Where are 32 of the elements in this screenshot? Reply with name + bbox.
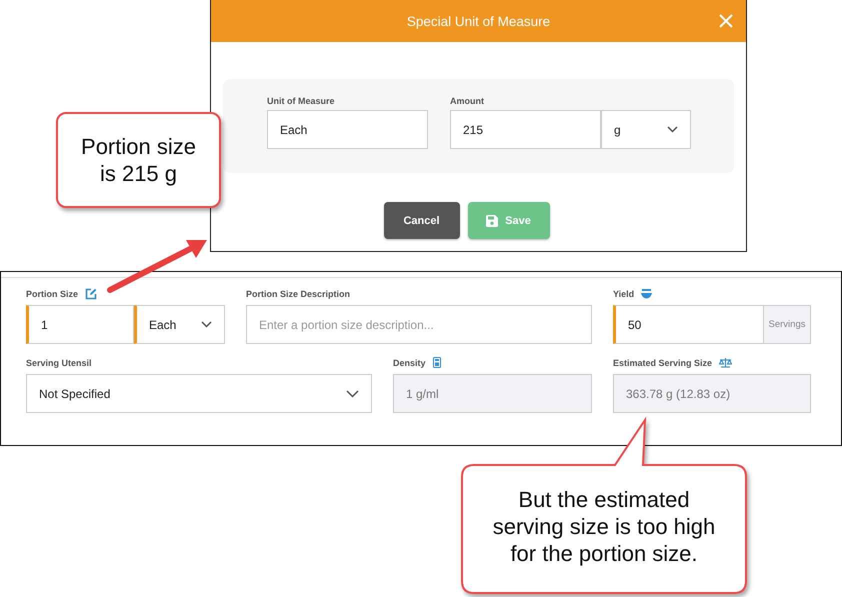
field-label: Yield (613, 288, 634, 298)
unit-addon: Servings (764, 305, 811, 344)
serving-size-field: 363.78 g (12.83 oz) (613, 374, 811, 413)
close-icon[interactable] (719, 14, 733, 28)
dialog-title: Special Unit of Measure (406, 14, 550, 28)
save-icon (486, 214, 498, 226)
bowl-icon (641, 288, 652, 298)
field-label: Portion Size Description (246, 288, 350, 298)
edit-icon[interactable] (85, 288, 98, 300)
input-field[interactable]: 50 (613, 305, 764, 344)
input-field[interactable]: Each (267, 110, 428, 149)
field-label: Unit of Measure (267, 96, 336, 106)
callout-text: But the estimated serving size is too high for the portion size. (492, 486, 716, 567)
dialog-button[interactable]: Cancel (384, 202, 460, 239)
unit-dropdown[interactable]: Each (134, 305, 225, 344)
chevron-icon (346, 390, 359, 398)
chevron-icon (667, 126, 678, 133)
input-field[interactable]: Enter a portion size description... (246, 305, 592, 344)
field-label: Amount (450, 96, 485, 106)
scale-icon (719, 358, 732, 368)
input-field[interactable]: 1 (26, 305, 134, 344)
unit-dropdown[interactable]: g (601, 110, 691, 149)
field-label: Serving Utensil (26, 358, 92, 368)
field-label: Estimated Serving Size (613, 358, 712, 368)
input-field[interactable]: 215 (450, 110, 601, 149)
field-label: Portion Size (26, 288, 78, 298)
density-field: 1 g/ml (393, 374, 592, 413)
field-label: Density (393, 358, 426, 368)
calculator-icon (432, 357, 441, 368)
callout-text: Portion size is 215 g (81, 133, 196, 187)
utensil-dropdown[interactable]: Not Specified (26, 374, 372, 413)
chevron-icon (201, 321, 212, 328)
